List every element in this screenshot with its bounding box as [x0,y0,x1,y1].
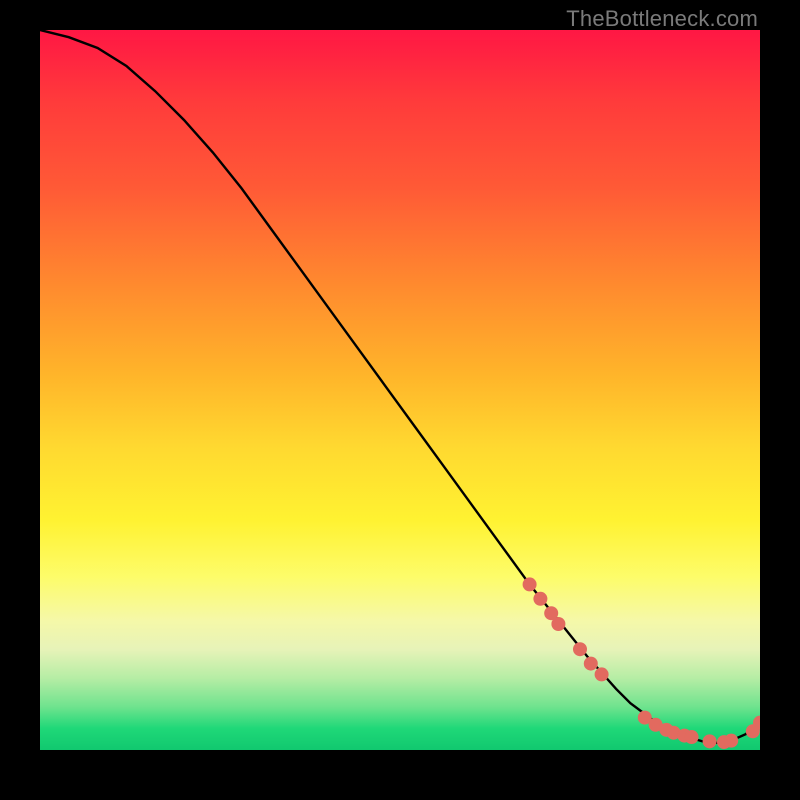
curve-marker [703,734,717,748]
chart-frame: TheBottleneck.com [0,0,800,800]
curve-marker [584,657,598,671]
chart-svg [40,30,760,750]
plot-area [40,30,760,750]
curve-marker [595,667,609,681]
curve-markers [523,577,760,749]
watermark-text: TheBottleneck.com [566,6,758,32]
bottleneck-curve [40,30,760,743]
curve-marker [573,642,587,656]
curve-marker [533,592,547,606]
curve-marker [523,577,537,591]
curve-marker [685,730,699,744]
curve-marker [724,734,738,748]
curve-marker [551,617,565,631]
